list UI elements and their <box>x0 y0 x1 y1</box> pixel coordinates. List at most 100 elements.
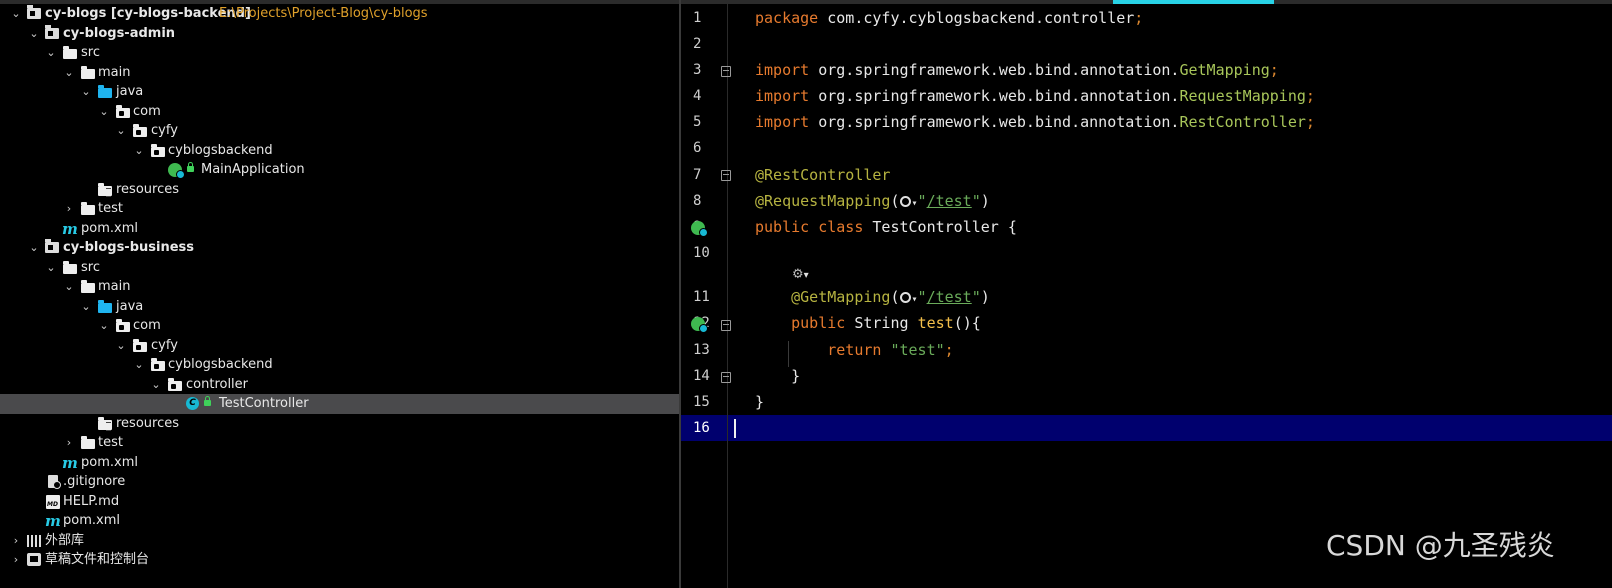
chevron-down-icon[interactable]: ⌄ <box>150 375 162 395</box>
import-class: RestController <box>1179 113 1306 131</box>
tree-item-business-test[interactable]: › test <box>0 433 679 453</box>
lock-icon <box>200 394 216 414</box>
spring-bean-gutter-icon[interactable] <box>691 221 708 237</box>
code-editor[interactable]: 1 2 3 4 5 6 7 8 9 10 11 12 13 14 15 16 p… <box>681 4 1612 588</box>
chevron-down-icon[interactable]: ⌄ <box>80 82 92 102</box>
tree-item-controller[interactable]: ⌄ controller <box>0 375 679 395</box>
package-icon <box>167 375 183 395</box>
chevron-down-icon[interactable]: ⌄ <box>63 63 75 83</box>
gutter-line[interactable]: 7 <box>681 162 756 188</box>
spring-endpoint-gutter-icon[interactable] <box>691 317 708 333</box>
ai-assistant-icon[interactable]: ⚙︎▾ <box>792 267 809 282</box>
tree-item-admin-test[interactable]: › test <box>0 199 679 219</box>
globe-icon[interactable] <box>899 196 911 207</box>
tree-item-business-java[interactable]: ⌄ java <box>0 297 679 317</box>
tree-item-business-pkg[interactable]: ⌄ cyblogsbackend <box>0 355 679 375</box>
line-number: 11 <box>693 289 710 305</box>
tree-item-admin[interactable]: ⌄ cy-blogs-admin <box>0 24 679 44</box>
tree-label: resources <box>116 181 180 197</box>
gutter-line[interactable]: 6 <box>681 135 756 161</box>
chevron-right-icon[interactable]: › <box>63 433 75 453</box>
chevron-down-icon[interactable]: ⌄ <box>98 102 110 122</box>
lock-icon <box>183 160 199 180</box>
tree-item-admin-pom[interactable]: m pom.xml <box>0 219 679 239</box>
gutter-line[interactable]: 13 <box>681 337 756 363</box>
chevron-down-icon[interactable]: ⌄ <box>63 277 75 297</box>
chevron-down-icon[interactable]: ⌄ <box>45 258 57 278</box>
fold-marker-icon[interactable] <box>721 320 731 331</box>
tree-item-business-cyfy[interactable]: ⌄ cyfy <box>0 336 679 356</box>
folder-icon <box>80 433 96 453</box>
chevron-down-icon[interactable]: ⌄ <box>10 4 22 24</box>
fold-marker-icon[interactable] <box>721 372 731 383</box>
tree-label: cyblogsbackend <box>168 357 273 372</box>
chevron-right-icon[interactable]: › <box>10 531 22 551</box>
tree-item-business-main[interactable]: ⌄ main <box>0 277 679 297</box>
semicolon: ; <box>1305 87 1315 105</box>
gutter-line[interactable]: 5 <box>681 109 756 135</box>
gutter-line[interactable]: 1 <box>681 5 756 31</box>
tree-item-business-resources[interactable]: resources <box>0 414 679 434</box>
chevron-right-icon[interactable]: › <box>63 199 75 219</box>
tree-item-business[interactable]: ⌄ cy-blogs-business <box>0 238 679 258</box>
tree-item-main-application[interactable]: MainApplication <box>0 160 679 180</box>
tree-item-admin-pkg[interactable]: ⌄ cyblogsbackend <box>0 141 679 161</box>
gutter-line[interactable]: 11 <box>681 284 756 310</box>
tree-item-admin-resources[interactable]: resources <box>0 180 679 200</box>
endpoint-url-link[interactable]: /test <box>927 288 972 306</box>
chevron-down-icon[interactable]: ⌄ <box>133 141 145 161</box>
tree-item-business-pom[interactable]: m pom.xml <box>0 453 679 473</box>
globe-icon[interactable] <box>899 292 911 303</box>
semicolon: ; <box>1269 61 1279 79</box>
tree-item-root[interactable]: ⌄ cy-blogs [cy-blogs-backend] E:\Project… <box>0 4 679 24</box>
tree-item-admin-java[interactable]: ⌄ java <box>0 82 679 102</box>
root-name: cy-blogs <box>45 6 107 21</box>
project-folder-icon <box>26 4 42 24</box>
semicolon: ; <box>1305 113 1315 131</box>
project-tree[interactable]: ⌄ cy-blogs [cy-blogs-backend] E:\Project… <box>0 4 679 588</box>
gutter-line[interactable]: 14 <box>681 363 756 389</box>
string-literal: "test" <box>890 341 945 359</box>
tree-item-admin-cyfy[interactable]: ⌄ cyfy <box>0 121 679 141</box>
chevron-down-icon[interactable]: ⌄ <box>28 24 40 44</box>
line-number: 4 <box>693 88 702 104</box>
chevron-down-icon[interactable]: ⌄ <box>133 355 145 375</box>
current-line-highlight <box>681 415 1612 441</box>
tree-item-external-libraries[interactable]: › 外部库 <box>0 531 679 551</box>
tree-item-admin-com[interactable]: ⌄ com <box>0 102 679 122</box>
tree-item-scratches[interactable]: › 草稿文件和控制台 <box>0 550 679 570</box>
watermark: CSDN @九圣残炎 <box>1326 529 1555 562</box>
tree-item-business-src[interactable]: ⌄ src <box>0 258 679 278</box>
endpoint-url-link[interactable]: /test <box>927 192 972 210</box>
tree-item-gitignore[interactable]: .gitignore <box>0 472 679 492</box>
fold-marker-icon[interactable] <box>721 66 731 77</box>
chevron-right-icon[interactable]: › <box>10 550 22 570</box>
gutter-line[interactable]: 3 <box>681 57 756 83</box>
code-line: public String test(){ <box>755 310 981 336</box>
gutter-line[interactable]: 16 <box>681 415 756 441</box>
tree-item-help-md[interactable]: MD HELP.md <box>0 492 679 512</box>
tree-item-test-controller[interactable]: C TestController <box>0 394 679 414</box>
chevron-down-icon[interactable]: ⌄ <box>115 121 127 141</box>
business-module-label: cy-blogs-business <box>63 240 195 255</box>
spring-boot-class-icon <box>168 160 185 180</box>
gutter-line[interactable]: 15 <box>681 389 756 415</box>
tree-label: src <box>81 259 100 275</box>
tree-item-admin-src[interactable]: ⌄ src <box>0 43 679 63</box>
maven-icon: m <box>45 512 61 530</box>
chevron-down-icon[interactable]: ⌄ <box>45 43 57 63</box>
chevron-down-icon[interactable]: ⌄ <box>80 297 92 317</box>
gutter-line[interactable]: 4 <box>681 83 756 109</box>
tree-item-admin-main[interactable]: ⌄ main <box>0 63 679 83</box>
tree-item-root-pom[interactable]: m pom.xml <box>0 511 679 531</box>
tree-item-business-com[interactable]: ⌄ com <box>0 316 679 336</box>
gutter-line[interactable]: 10 <box>681 240 756 266</box>
tree-label: cyfy <box>151 337 178 353</box>
chevron-down-icon[interactable]: ⌄ <box>28 238 40 258</box>
gutter-line[interactable]: 2 <box>681 31 756 57</box>
chevron-down-icon[interactable]: ⌄ <box>115 336 127 356</box>
semicolon: ; <box>1134 9 1144 27</box>
gutter-line[interactable]: 8 <box>681 188 756 214</box>
chevron-down-icon[interactable]: ⌄ <box>98 316 110 336</box>
fold-marker-icon[interactable] <box>721 170 731 181</box>
